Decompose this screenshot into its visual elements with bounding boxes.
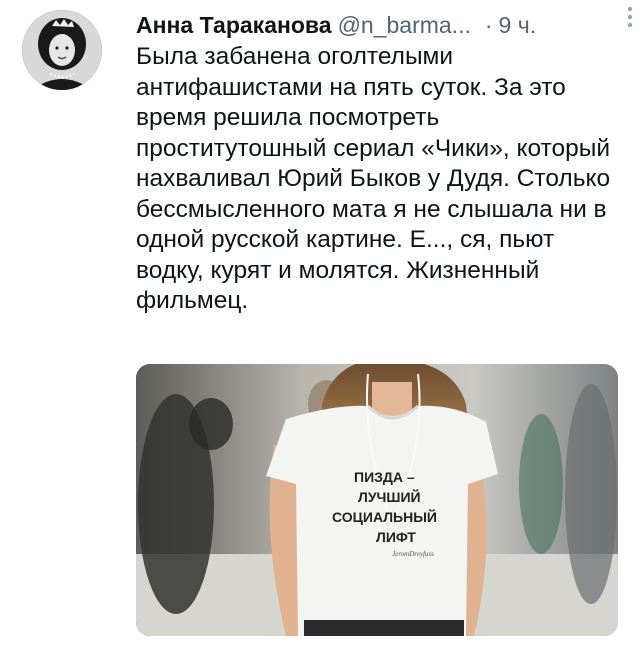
author-name[interactable]: Анна Тараканова	[136, 12, 332, 39]
more-vertical-icon[interactable]	[624, 4, 636, 30]
shirt-print-line-2: ЛУЧШИЙ	[358, 488, 421, 505]
tweet-header: Анна Тараканова @n_barma... · 9 ч.	[136, 8, 620, 42]
tweet-text: Была забанена оголтелыми антифашистами н…	[136, 43, 617, 314]
shirt-print-line-3: СОЦИАЛЬНЫЙ	[332, 508, 437, 525]
shirt-signature: JeromDreyfuss	[392, 550, 434, 558]
author-handle[interactable]: @n_barma...	[338, 12, 471, 39]
avatar-image	[22, 10, 102, 90]
shirt-print-line-4: ЛИФТ	[376, 529, 416, 545]
tweet[interactable]: Анна Тараканова @n_barma... · 9 ч. Была …	[0, 0, 640, 648]
shirt-print-line-1: ПИЗДА –	[354, 469, 415, 485]
avatar[interactable]	[22, 10, 102, 90]
photo-image: ПИЗДА – ЛУЧШИЙ СОЦИАЛЬНЫЙ ЛИФТ JeromDrey…	[136, 364, 618, 636]
tweet-photo[interactable]: ПИЗДА – ЛУЧШИЙ СОЦИАЛЬНЫЙ ЛИФТ JeromDrey…	[136, 364, 618, 636]
separator-dot: ·	[484, 11, 493, 38]
timestamp[interactable]: 9 ч.	[499, 12, 537, 39]
